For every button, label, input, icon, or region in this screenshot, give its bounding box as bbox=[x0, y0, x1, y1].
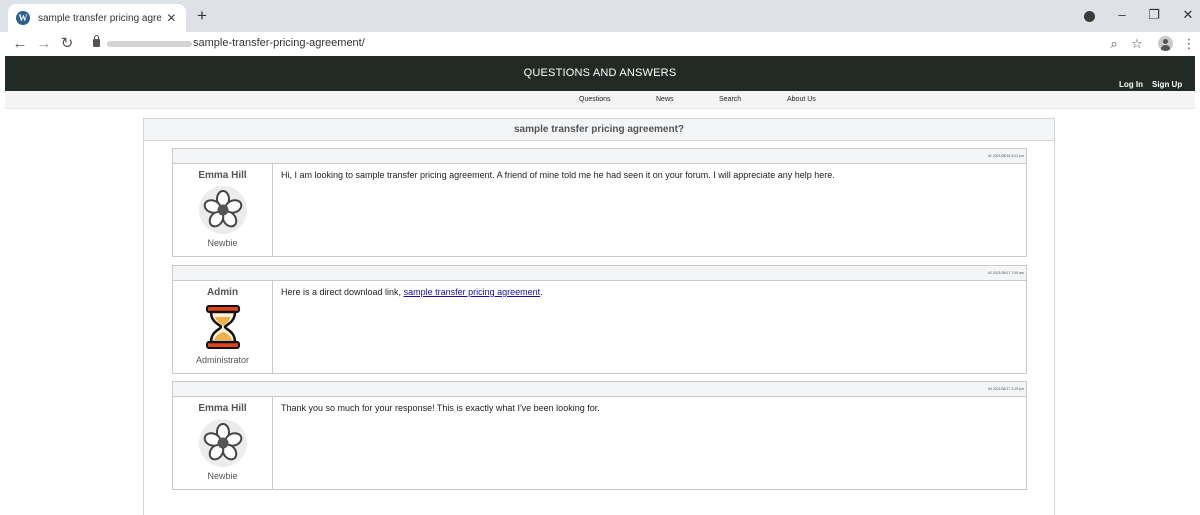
forum-thread: sample transfer pricing agreement? #1 20… bbox=[143, 118, 1055, 515]
restore-button[interactable]: ❐ bbox=[1146, 7, 1162, 23]
author-rank: Newbie bbox=[207, 471, 238, 481]
post-author: Admin Administrator bbox=[173, 281, 273, 373]
lock-icon[interactable] bbox=[93, 35, 100, 47]
message-text-suffix: . bbox=[540, 287, 543, 297]
post: #3 2021/08/17 2:15 pm Emma Hill Newbie T… bbox=[172, 381, 1027, 490]
wordpress-favicon-icon: W bbox=[16, 11, 30, 25]
login-link[interactable]: Log In bbox=[1119, 80, 1143, 89]
post: #2 2021/08/17 7:09 am Admin Administrato… bbox=[172, 265, 1027, 374]
post-meta[interactable]: #1 2021/08/16 5:02 pm bbox=[988, 154, 1024, 158]
post-message: Here is a direct download link, sample t… bbox=[273, 281, 551, 373]
tab-title: sample transfer pricing agreeme bbox=[38, 12, 161, 24]
browser-toolbar: ← → ↻ sample-transfer-pricing-agreement/… bbox=[0, 32, 1200, 56]
post-header: #3 2021/08/17 2:15 pm bbox=[173, 382, 1026, 397]
browser-tab-strip: W sample transfer pricing agreeme ✕ + – … bbox=[0, 0, 1200, 32]
post-meta[interactable]: #2 2021/08/17 7:09 am bbox=[988, 271, 1024, 275]
hourglass-icon bbox=[206, 305, 240, 349]
post-header: #1 2021/08/16 5:02 pm bbox=[173, 149, 1026, 164]
nav-about-us[interactable]: About Us bbox=[787, 96, 816, 103]
menu-dots-icon[interactable]: ⋮ bbox=[1181, 36, 1197, 52]
address-bar-url[interactable]: sample-transfer-pricing-agreement/ bbox=[193, 37, 365, 49]
flower-icon bbox=[199, 186, 247, 234]
author-rank: Administrator bbox=[195, 355, 249, 365]
nav-news[interactable]: News bbox=[656, 96, 674, 103]
back-arrow-icon[interactable]: ← bbox=[12, 35, 28, 53]
download-link[interactable]: sample transfer pricing agreement bbox=[404, 287, 541, 297]
message-text: Here is a direct download link, bbox=[281, 287, 404, 297]
profile-icon[interactable] bbox=[1158, 36, 1173, 51]
post-header: #2 2021/08/17 7:09 am bbox=[173, 266, 1026, 281]
post-message: Hi, I am looking to sample transfer pric… bbox=[281, 170, 835, 180]
post: #1 2021/08/16 5:02 pm Emma Hill Newbie H… bbox=[172, 148, 1027, 257]
zoom-icon[interactable]: ⌕ bbox=[1106, 36, 1122, 52]
post-message: Thank you so much for your response! Thi… bbox=[281, 403, 600, 413]
flower-icon bbox=[199, 419, 247, 467]
new-tab-button[interactable]: + bbox=[193, 7, 211, 25]
post-author: Emma Hill Newbie bbox=[173, 164, 273, 256]
author-name[interactable]: Admin bbox=[173, 287, 272, 298]
site-title[interactable]: QUESTIONS AND ANSWERS bbox=[5, 67, 1195, 79]
blurred-domain bbox=[107, 41, 192, 47]
post-meta[interactable]: #3 2021/08/17 2:15 pm bbox=[988, 387, 1024, 391]
forward-arrow-icon[interactable]: → bbox=[36, 35, 52, 53]
signup-link[interactable]: Sign Up bbox=[1152, 80, 1182, 89]
tab-search-icon[interactable] bbox=[1084, 11, 1095, 22]
post-author: Emma Hill Newbie bbox=[173, 397, 273, 489]
author-rank: Newbie bbox=[207, 238, 238, 248]
close-window-button[interactable]: ✕ bbox=[1180, 7, 1196, 23]
nav-search[interactable]: Search bbox=[719, 96, 741, 103]
site-header: QUESTIONS AND ANSWERS Log In Sign Up bbox=[5, 56, 1195, 91]
minimize-button[interactable]: – bbox=[1114, 7, 1130, 23]
site-nav: Questions News Search About Us bbox=[5, 91, 1195, 109]
author-name[interactable]: Emma Hill bbox=[173, 403, 272, 414]
browser-tab[interactable]: W sample transfer pricing agreeme ✕ bbox=[8, 4, 186, 32]
bookmark-star-icon[interactable]: ☆ bbox=[1129, 36, 1145, 52]
author-name[interactable]: Emma Hill bbox=[173, 170, 272, 181]
close-tab-icon[interactable]: ✕ bbox=[165, 11, 178, 25]
thread-title: sample transfer pricing agreement? bbox=[144, 119, 1054, 141]
nav-questions[interactable]: Questions bbox=[579, 96, 611, 103]
reload-icon[interactable]: ↻ bbox=[59, 35, 75, 53]
